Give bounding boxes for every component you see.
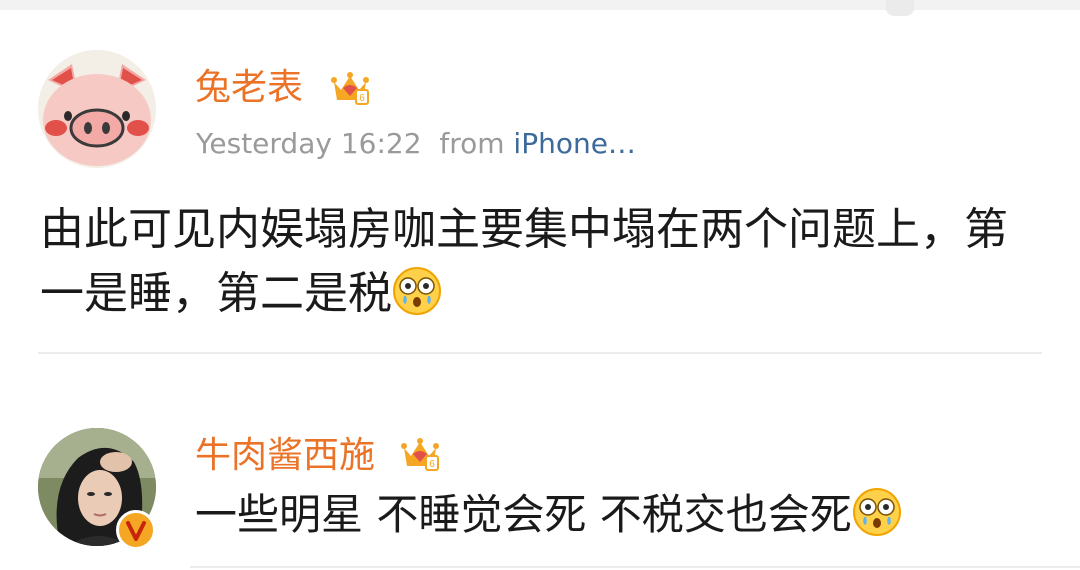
verified-v-icon — [116, 510, 156, 550]
post-time: Yesterday 16:22 — [196, 127, 422, 160]
post-divider — [38, 352, 1042, 354]
post-body-text: 由此可见内娱塌房咖主要集中塌在两个问题上，第一是睡，第二是税 — [40, 204, 1008, 319]
pig-avatar-icon — [38, 50, 156, 168]
top-bar — [0, 0, 1080, 10]
reply-body-text: 一些明星 不睡觉会死 不税交也会死 — [195, 490, 852, 539]
post-from-label: from — [439, 127, 505, 160]
reply-divider — [190, 566, 1080, 568]
post-username[interactable]: 兔老表 — [195, 66, 303, 110]
avatar-post-author[interactable] — [38, 50, 156, 168]
svg-text:6: 6 — [359, 93, 365, 104]
post-body: 由此可见内娱塌房咖主要集中塌在两个问题上，第一是睡，第二是税 — [40, 198, 1050, 326]
post-source-link[interactable]: iPhone… — [513, 127, 636, 160]
svg-text:6: 6 — [429, 459, 435, 470]
reply-username[interactable]: 牛肉酱西施 — [195, 434, 375, 478]
crown-vip-icon[interactable]: 6 — [330, 68, 370, 108]
reply-body: 一些明星 不睡觉会死 不税交也会死 — [195, 484, 1055, 546]
crown-vip-icon[interactable]: 6 — [400, 434, 440, 474]
top-bar-handle — [886, 0, 914, 16]
dizzy-tears-emoji-icon — [393, 267, 441, 315]
dizzy-tears-emoji-icon — [852, 488, 901, 536]
post-meta: Yesterday 16:22 from iPhone… — [196, 124, 636, 164]
